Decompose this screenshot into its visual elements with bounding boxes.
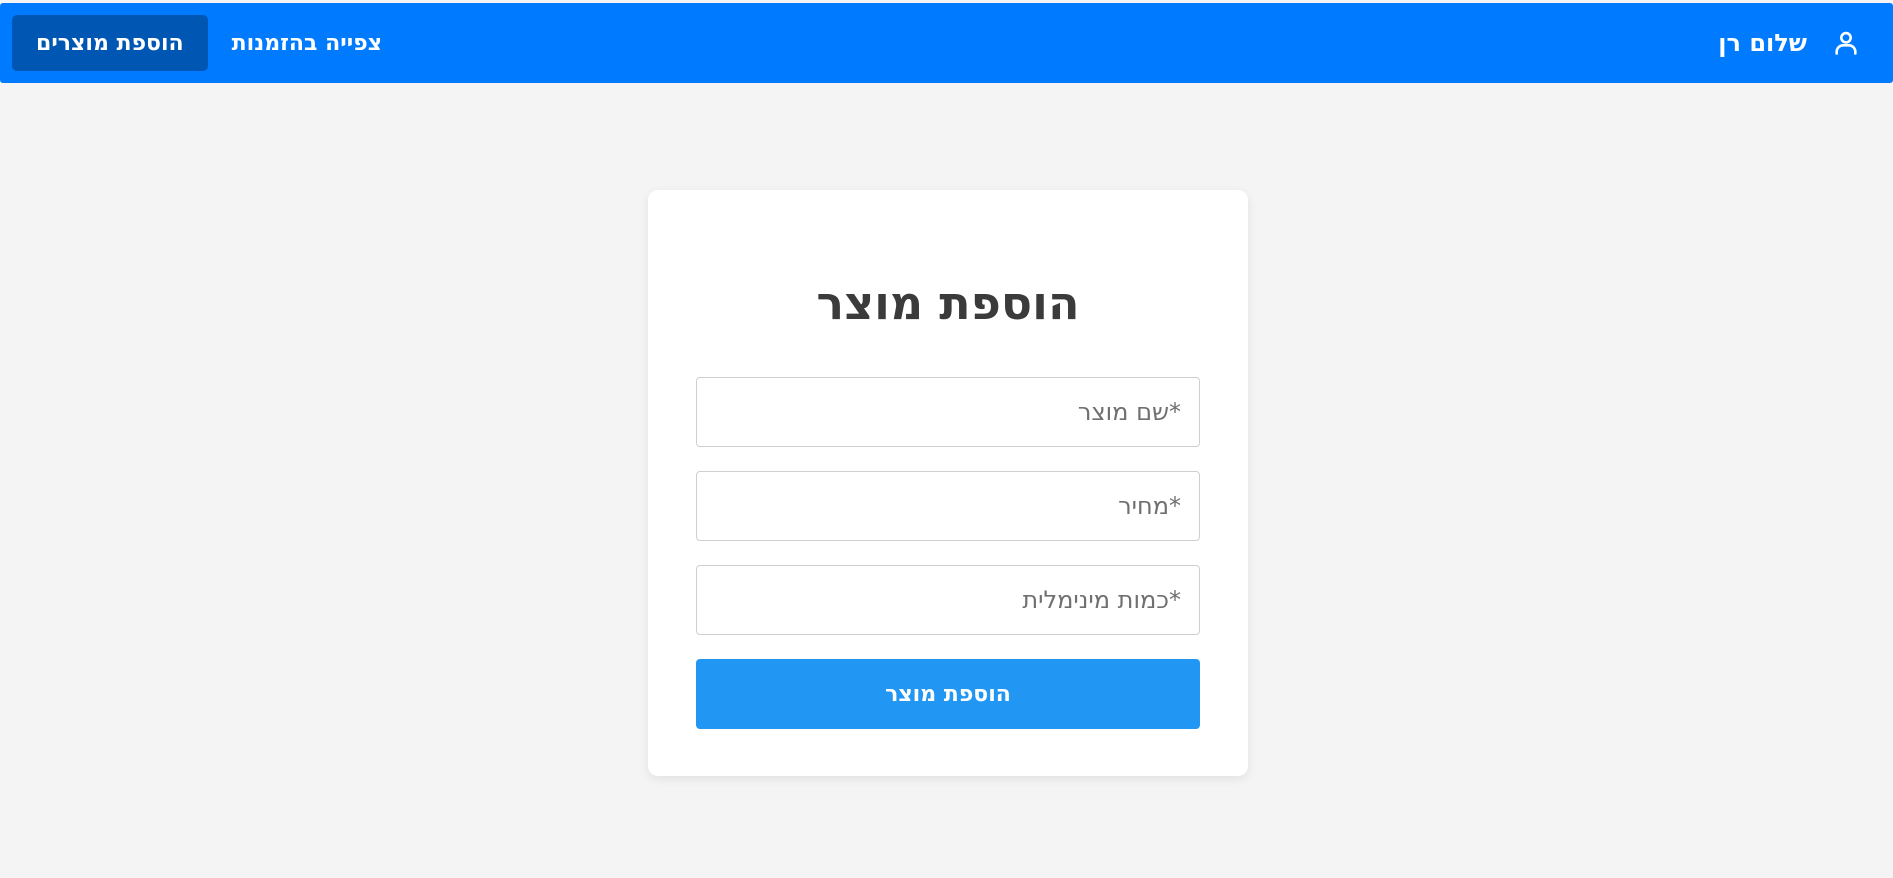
add-product-card: הוספת מוצר הוספת מוצר [648,190,1248,776]
minimum-quantity-input[interactable] [696,565,1200,635]
user-menu[interactable]: שלום רן [1718,3,1861,83]
top-navbar: שלום רן הוספת מוצרים צפייה בהזמנות [0,3,1893,83]
nav-add-products-button[interactable]: הוספת מוצרים [12,15,208,71]
nav-links: הוספת מוצרים צפייה בהזמנות [12,15,406,71]
price-input[interactable] [696,471,1200,541]
user-icon[interactable] [1831,28,1861,58]
form-title: הוספת מוצר [816,276,1080,330]
nav-view-orders-link[interactable]: צפייה בהזמנות [208,15,406,71]
product-name-input[interactable] [696,377,1200,447]
add-product-submit-button[interactable]: הוספת מוצר [696,659,1200,729]
user-name: שלום רן [1718,29,1807,57]
